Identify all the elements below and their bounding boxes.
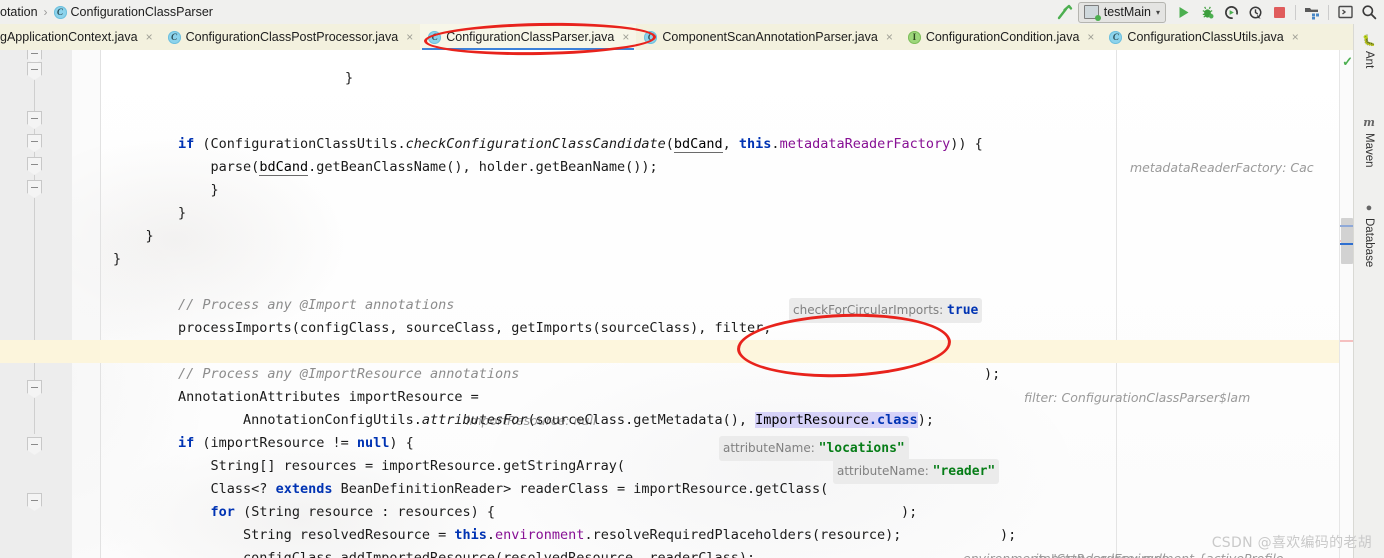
maven-icon: m bbox=[1363, 116, 1375, 129]
right-tool-window-bar: 🐛 Ant m Maven ● Database bbox=[1353, 24, 1384, 558]
breadcrumb-package-label: otation bbox=[0, 5, 38, 19]
run-with-coverage-button[interactable] bbox=[1220, 1, 1242, 23]
code-line: String[] resources = importResource.getS… bbox=[0, 432, 1384, 520]
code-line: // Process any @Import annotations bbox=[0, 271, 1384, 313]
tool-window-maven[interactable]: m Maven bbox=[1354, 110, 1384, 188]
run-button[interactable] bbox=[1172, 1, 1194, 23]
code-editor[interactable]: } if (ConfigurationClassUtils.checkConfi… bbox=[0, 50, 1384, 558]
terminal-icon bbox=[1337, 5, 1353, 19]
terminal-button[interactable] bbox=[1334, 1, 1356, 23]
tab-label: ComponentScanAnnotationParser.java bbox=[662, 30, 878, 44]
debug-button[interactable] bbox=[1196, 1, 1218, 23]
class-icon: C bbox=[428, 30, 442, 44]
tab-ConfigurationCondition[interactable]: I ConfigurationCondition.java × bbox=[900, 24, 1102, 50]
search-everywhere-button[interactable] bbox=[1358, 1, 1380, 23]
code-line: configClass.addImportedResource(resolved… bbox=[0, 524, 1384, 558]
navigation-toolbar: otation › C ConfigurationClassParser tes… bbox=[0, 0, 1384, 25]
tab-label: ConfigurationClassPostProcessor.java bbox=[185, 30, 399, 44]
close-icon[interactable]: × bbox=[146, 30, 153, 44]
coverage-icon bbox=[1224, 5, 1238, 19]
stop-button[interactable] bbox=[1268, 1, 1290, 23]
code-line: processImports(configClass, sourceClass,… bbox=[0, 294, 1384, 405]
chevron-down-icon: ▾ bbox=[1155, 7, 1160, 17]
hammer-icon-svg bbox=[1058, 4, 1073, 19]
toolbar-divider bbox=[1295, 4, 1296, 20]
close-icon[interactable]: × bbox=[1087, 30, 1094, 44]
class-icon: C bbox=[1109, 30, 1123, 44]
code-line: if (ConfigurationClassUtils.checkConfigu… bbox=[0, 110, 1384, 175]
bug-icon bbox=[1202, 6, 1213, 18]
code-line: } bbox=[0, 547, 1384, 558]
tool-window-label: Ant bbox=[1363, 51, 1375, 69]
editor-tab-bar: gApplicationContext.java × C Configurati… bbox=[0, 24, 1384, 51]
error-marker[interactable] bbox=[1340, 340, 1354, 342]
run-toolbar: testMain ▾ bbox=[1054, 0, 1384, 24]
code-text: } bbox=[113, 251, 122, 267]
tab-label: ConfigurationClassParser.java bbox=[446, 30, 615, 44]
scroll-position-marker bbox=[1340, 225, 1354, 227]
breadcrumb: otation › C ConfigurationClassParser bbox=[0, 0, 213, 24]
tab-ConfigurationClassPostProcessor[interactable]: C ConfigurationClassPostProcessor.java × bbox=[160, 24, 421, 50]
tab-gApplicationContext[interactable]: gApplicationContext.java × bbox=[0, 24, 160, 50]
project-structure-icon bbox=[1305, 7, 1319, 19]
code-line: if (importResource != null) { bbox=[0, 409, 1384, 451]
class-icon: C bbox=[53, 5, 67, 19]
code-line: for (String resource : resources) { bbox=[0, 478, 1384, 520]
code-text: } bbox=[215, 70, 354, 86]
structure-button[interactable] bbox=[1301, 1, 1323, 23]
csdn-watermark: CSDN @喜欢编码的老胡 bbox=[1211, 535, 1372, 551]
play-icon bbox=[1179, 6, 1188, 18]
close-icon[interactable]: × bbox=[886, 30, 893, 44]
code-line: } bbox=[0, 179, 1384, 221]
tool-window-database[interactable]: ● Database bbox=[1354, 196, 1384, 288]
breadcrumb-class-label: ConfigurationClassParser bbox=[70, 5, 213, 19]
run-configuration-selector[interactable]: testMain ▾ bbox=[1077, 1, 1166, 23]
tool-window-label: Database bbox=[1363, 218, 1375, 268]
code-line: } bbox=[0, 50, 1384, 86]
parameter-hint: checkForCircularImports: true bbox=[789, 298, 983, 323]
profile-button[interactable] bbox=[1244, 1, 1266, 23]
close-icon[interactable]: × bbox=[622, 30, 629, 44]
code-content[interactable]: } if (ConfigurationClassUtils.checkConfi… bbox=[0, 50, 1384, 558]
search-icon bbox=[1362, 5, 1377, 20]
code-line: String resolvedResource = this.environme… bbox=[0, 501, 1384, 558]
tab-label: gApplicationContext.java bbox=[0, 30, 138, 44]
tab-label: ConfigurationCondition.java bbox=[925, 30, 1080, 44]
class-icon: C bbox=[644, 30, 658, 44]
close-icon[interactable]: × bbox=[406, 30, 413, 44]
ant-icon: 🐛 bbox=[1362, 35, 1376, 47]
code-line: // Process any @ImportResource annotatio… bbox=[0, 340, 1384, 382]
code-text: processImports(configClass, sourceClass,… bbox=[113, 320, 780, 336]
profiler-icon bbox=[1249, 6, 1261, 19]
interface-icon: I bbox=[907, 30, 921, 44]
inspection-status-icon[interactable]: ✓ bbox=[1342, 54, 1353, 70]
tool-window-label: Maven bbox=[1363, 133, 1375, 168]
code-line: } bbox=[0, 225, 1384, 267]
tab-ComponentScanAnnotationParser[interactable]: C ComponentScanAnnotationParser.java × bbox=[636, 24, 899, 50]
hammer-icon[interactable] bbox=[1054, 1, 1076, 23]
tab-ConfigurationClassUtils[interactable]: C ConfigurationClassUtils.java × bbox=[1101, 24, 1305, 50]
toolbar-divider-2 bbox=[1328, 4, 1329, 20]
code-line: } bbox=[0, 156, 1384, 198]
class-icon: C bbox=[167, 30, 181, 44]
editor-marker-strip[interactable] bbox=[1339, 50, 1354, 558]
tab-ConfigurationClassParser[interactable]: C ConfigurationClassParser.java × bbox=[420, 24, 637, 50]
run-configuration-icon bbox=[1083, 5, 1101, 21]
tool-window-ant[interactable]: 🐛 Ant bbox=[1354, 28, 1384, 90]
code-line: Class<? extends BeanDefinitionReader> re… bbox=[0, 455, 1384, 558]
run-configuration-label: testMain bbox=[1103, 5, 1151, 19]
intellij-idea-window: otation › C ConfigurationClassParser tes… bbox=[0, 0, 1384, 558]
stop-square-icon bbox=[1273, 6, 1285, 18]
scroll-position-marker-active bbox=[1340, 243, 1354, 245]
code-line-current: AnnotationConfigUtils.attributesFor(sour… bbox=[0, 386, 1384, 428]
code-line: parse(bdCand.getBeanClassName(), holder.… bbox=[0, 133, 1384, 176]
database-icon: ● bbox=[1365, 202, 1373, 214]
code-line: } bbox=[0, 202, 1384, 244]
breadcrumb-separator: › bbox=[43, 5, 48, 19]
breadcrumb-item-class[interactable]: C ConfigurationClassParser bbox=[53, 5, 213, 19]
close-icon[interactable]: × bbox=[1292, 30, 1299, 44]
breadcrumb-item-package[interactable]: otation bbox=[0, 5, 38, 19]
code-line: AnnotationAttributes importResource = im… bbox=[0, 363, 1384, 428]
tab-label: ConfigurationClassUtils.java bbox=[1127, 30, 1284, 44]
